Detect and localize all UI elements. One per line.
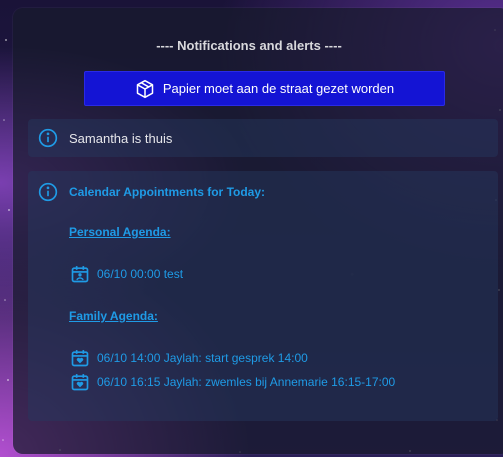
presence-text: Samantha is thuis [69, 131, 173, 146]
personal-agenda-link[interactable]: Personal Agenda: [69, 225, 171, 239]
event-text: 06/10 16:15 Jaylah: zwemles bij Annemari… [97, 375, 396, 389]
family-agenda-link[interactable]: Family Agenda: [69, 309, 158, 323]
presence-info-card: Samantha is thuis [28, 119, 498, 157]
calendar-info-card: Calendar Appointments for Today: Persona… [28, 171, 498, 421]
calendar-event: 06/10 16:15 Jaylah: zwemles bij Annemari… [70, 372, 395, 392]
event-text: 06/10 14:00 Jaylah: start gesprek 14:00 [97, 351, 308, 365]
calendar-event: 06/10 00:00 test [70, 264, 183, 284]
info-icon [38, 182, 58, 202]
notifications-heading: ---- Notifications and alerts ---- [156, 38, 342, 53]
calendar-heart-icon [71, 374, 89, 391]
calendar-event: 06/10 14:00 Jaylah: start gesprek 14:00 [70, 348, 308, 368]
event-text: 06/10 00:00 test [97, 267, 184, 281]
alert-button-label: Papier moet aan de straat gezet worden [162, 81, 395, 96]
calendar-heart-icon [71, 350, 89, 367]
alert-button[interactable]: Papier moet aan de straat gezet worden [84, 71, 445, 106]
package-icon [136, 79, 154, 98]
info-icon [38, 128, 58, 148]
calendar-title: Calendar Appointments for Today: [69, 185, 266, 199]
calendar-account-icon [71, 266, 89, 283]
